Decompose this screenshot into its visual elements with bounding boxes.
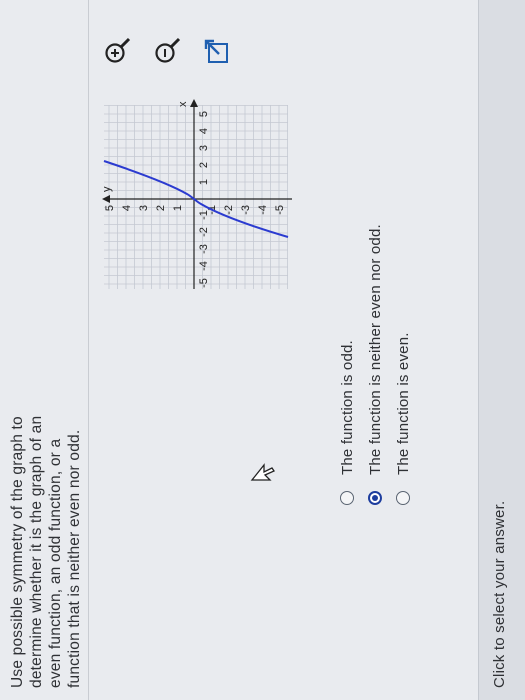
answer-options: The function is odd. The function is nei… [335,224,419,505]
radio-button[interactable] [340,491,354,505]
y-axis-arrow [102,195,110,203]
radio-button-selected[interactable] [368,491,382,505]
y-tick-label: 5 [104,205,116,211]
y-tick-label: -3 [240,205,252,215]
x-tick-label: 4 [198,128,210,134]
zoom-in-icon [105,37,131,63]
graph-tools [100,28,250,68]
x-axis-arrow [190,99,198,107]
zoom-in-button[interactable] [100,34,134,68]
x-tick-label: 3 [198,145,210,151]
graph-grid [104,105,288,289]
graph-svg: x y -5 -4 -3 -2 -1 1 2 3 4 5 5 4 3 2 1 -… [101,99,292,289]
y-tick-label: 3 [138,205,150,211]
x-tick-label: 2 [198,162,210,168]
y-tick-label: 4 [121,205,133,211]
option-label: The function is even. [394,332,412,475]
zoom-out-icon [155,37,181,63]
option-odd[interactable]: The function is odd. [335,224,359,505]
divider [88,0,89,700]
option-label: The function is neither even nor odd. [366,224,384,475]
page: Use possible symmetry of the graph to de… [0,0,525,700]
y-tick-label: 2 [155,205,167,211]
option-label: The function is odd. [338,340,356,475]
zoom-out-button[interactable] [150,34,184,68]
y-tick-label: -5 [274,205,286,215]
function-graph: x y -5 -4 -3 -2 -1 1 2 3 4 5 5 4 3 2 1 -… [98,95,298,295]
mouse-pointer-icon [250,460,281,482]
option-neither[interactable]: The function is neither even nor odd. [363,224,387,505]
question-line: even function, an odd function, or a [47,438,64,688]
external-link-icon [204,39,228,63]
x-tick-label: -3 [198,244,210,254]
option-even[interactable]: The function is even. [391,224,415,505]
arrow-cursor-icon [250,463,275,481]
open-graph-button[interactable] [200,34,234,68]
radio-button[interactable] [396,491,410,505]
x-tick-label: -2 [198,227,210,237]
graph-axes: x y [101,99,292,289]
x-axis-label: x [177,101,189,107]
y-tick-label: -4 [257,205,269,215]
y-axis-label: y [101,186,113,192]
y-tick-label: 1 [172,205,184,211]
question-text: Use possible symmetry of the graph to de… [8,268,84,688]
y-tick-label: -2 [223,205,235,215]
x-tick-label: 5 [198,111,210,117]
question-line: Use possible symmetry of the graph to [9,416,26,688]
x-tick-label: -5 [198,278,210,288]
footer-bar: Click to select your answer. [478,0,525,700]
question-line: determine whether it is the graph of an [28,415,45,688]
question-line: function that is neither even nor odd. [66,429,83,688]
x-tick-label: -4 [198,261,210,271]
x-tick-label: 1 [198,179,210,185]
footer-instruction: Click to select your answer. [491,500,508,688]
